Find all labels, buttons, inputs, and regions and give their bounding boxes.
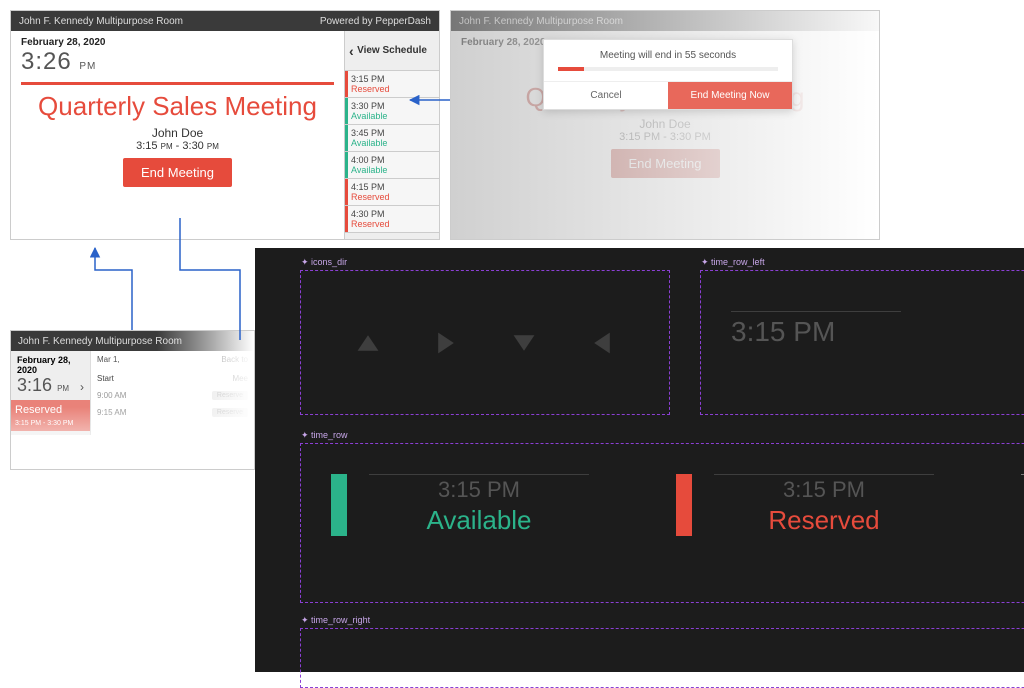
slot-time: 3:15 PM <box>351 74 433 84</box>
slot-status: Available <box>351 111 433 121</box>
triangle-up-icon[interactable] <box>348 323 388 363</box>
schedule-slot[interactable]: 4:00 PMAvailable <box>345 152 439 179</box>
meeting-organizer: John Doe <box>461 117 869 131</box>
frame-time-row-left[interactable]: time_row_left 3:15 PM 3:15 PM <box>700 270 1024 415</box>
triangle-right-icon[interactable] <box>426 323 466 363</box>
slot-status: Available <box>369 505 589 536</box>
frame-time-row-right[interactable]: time_row_right <box>300 628 1024 688</box>
countdown-message: Meeting will end in 55 seconds <box>544 40 792 67</box>
slot-time: 4:00 PM <box>351 155 433 165</box>
day-label: Mar 1, <box>97 355 120 364</box>
cancel-button[interactable]: Cancel <box>544 82 668 109</box>
booking-panel-ending: John F. Kennedy Multipurpose Room Februa… <box>450 10 880 240</box>
schedule-list: Mar 1, Back to Start Mee 9:00 AMReserve9… <box>91 351 254 435</box>
col-meeting: Mee <box>232 374 248 383</box>
slot-status: Reserved <box>351 192 433 202</box>
slot-status: Available <box>351 165 433 175</box>
end-meeting-button[interactable]: End Meeting <box>123 158 232 187</box>
schedule-slot[interactable]: 3:30 PMAvailable <box>345 98 439 125</box>
schedule-slot[interactable]: 3:45 PMAvailable <box>345 125 439 152</box>
design-canvas: icons_dir time_row_left 3:15 PM 3:15 PM … <box>255 248 1024 672</box>
current-time: 3:16 PM <box>17 375 84 396</box>
time-label: 3:15 PM <box>731 312 901 348</box>
current-status-column: February 28, 2020 3:16 PM › Reserved 3:1… <box>11 351 91 435</box>
meeting-time-range: 3:15 PM - 3:30 PM <box>461 131 869 143</box>
current-time: 3:26 PM <box>21 48 334 76</box>
time-card-dark: 3:15 PM <box>731 311 901 348</box>
schedule-slot[interactable]: 3:15 PMReserved <box>345 71 439 98</box>
status-stripe <box>676 474 692 536</box>
frame-time-row[interactable]: time_row 3:15 PM Available 3:15 PM Reser… <box>300 443 1024 603</box>
booking-panel-current: John F. Kennedy Multipurpose Room Powere… <box>10 10 440 240</box>
slot-status: Available <box>351 138 433 148</box>
booking-panel-list: John F. Kennedy Multipurpose Room Februa… <box>10 330 255 470</box>
row-time: 9:00 AM <box>97 391 126 400</box>
meeting-title: Quarterly Sales Meeting <box>21 93 334 120</box>
status-badge: Reserved <box>11 400 90 420</box>
reserve-button[interactable]: Reserve <box>212 391 248 400</box>
end-meeting-button[interactable]: End Meeting <box>611 149 720 178</box>
divider-accent <box>21 82 334 85</box>
list-item: 9:00 AM Reserve <box>97 391 248 400</box>
row-time: 9:15 AM <box>97 408 126 417</box>
frame-label: icons_dir <box>301 257 347 268</box>
titlebar: John F. Kennedy Multipurpose Room <box>451 11 879 31</box>
end-meeting-now-button[interactable]: End Meeting Now <box>668 82 792 109</box>
schedule-slot[interactable]: 4:15 PMReserved <box>345 179 439 206</box>
powered-by: Powered by PepperDash <box>320 16 431 27</box>
frame-label: time_row_left <box>701 257 765 268</box>
current-date: February 28, 2020 <box>21 37 334 48</box>
back-link[interactable]: Back to <box>221 355 248 364</box>
reserve-button[interactable]: Reserve <box>212 408 248 417</box>
slot-time: 3:45 PM <box>351 128 433 138</box>
titlebar: John F. Kennedy Multipurpose Room Powere… <box>11 11 439 31</box>
status-range: 3:15 PM - 3:30 PM <box>11 420 90 431</box>
frame-label: time_row_right <box>301 615 370 626</box>
status-stripe <box>331 474 347 536</box>
slot-time: 3:15 PM <box>714 477 934 503</box>
countdown-progress <box>558 67 778 71</box>
slot-status: Reserved <box>351 84 433 94</box>
list-item: 9:15 AM Reserve <box>97 408 248 417</box>
slot-time: 4:15 PM <box>351 182 433 192</box>
slot-status: Reserved <box>351 219 433 229</box>
meeting-time-range: 3:15 PM - 3:30 PM <box>21 140 334 152</box>
slot-card-reserved: 3:15 PM Reserved <box>676 474 956 536</box>
slot-time: 3:30 PM <box>351 101 433 111</box>
current-date: February 28, 2020 <box>17 355 84 375</box>
view-schedule-button[interactable]: View Schedule <box>345 31 439 71</box>
slot-time: 4:30 PM <box>351 209 433 219</box>
end-meeting-modal: Meeting will end in 55 seconds Cancel En… <box>543 39 793 110</box>
slot-status: Reserved <box>714 505 934 536</box>
titlebar: John F. Kennedy Multipurpose Room <box>11 331 254 351</box>
triangle-down-icon[interactable] <box>504 323 544 363</box>
meeting-organizer: John Doe <box>21 126 334 140</box>
frame-icons-dir[interactable]: icons_dir <box>300 270 670 415</box>
schedule-slot[interactable]: 4:30 PMReserved <box>345 206 439 233</box>
slot-time: 3:15 PM <box>369 477 589 503</box>
room-name: John F. Kennedy Multipurpose Room <box>19 16 183 27</box>
chevron-right-icon[interactable]: › <box>80 380 84 394</box>
triangle-left-icon[interactable] <box>582 323 622 363</box>
col-start: Start <box>97 374 114 383</box>
frame-label: time_row <box>301 430 348 441</box>
slot-card-available: 3:15 PM Available <box>331 474 611 536</box>
schedule-sidebar: View Schedule 3:15 PMReserved3:30 PMAvai… <box>344 31 439 239</box>
